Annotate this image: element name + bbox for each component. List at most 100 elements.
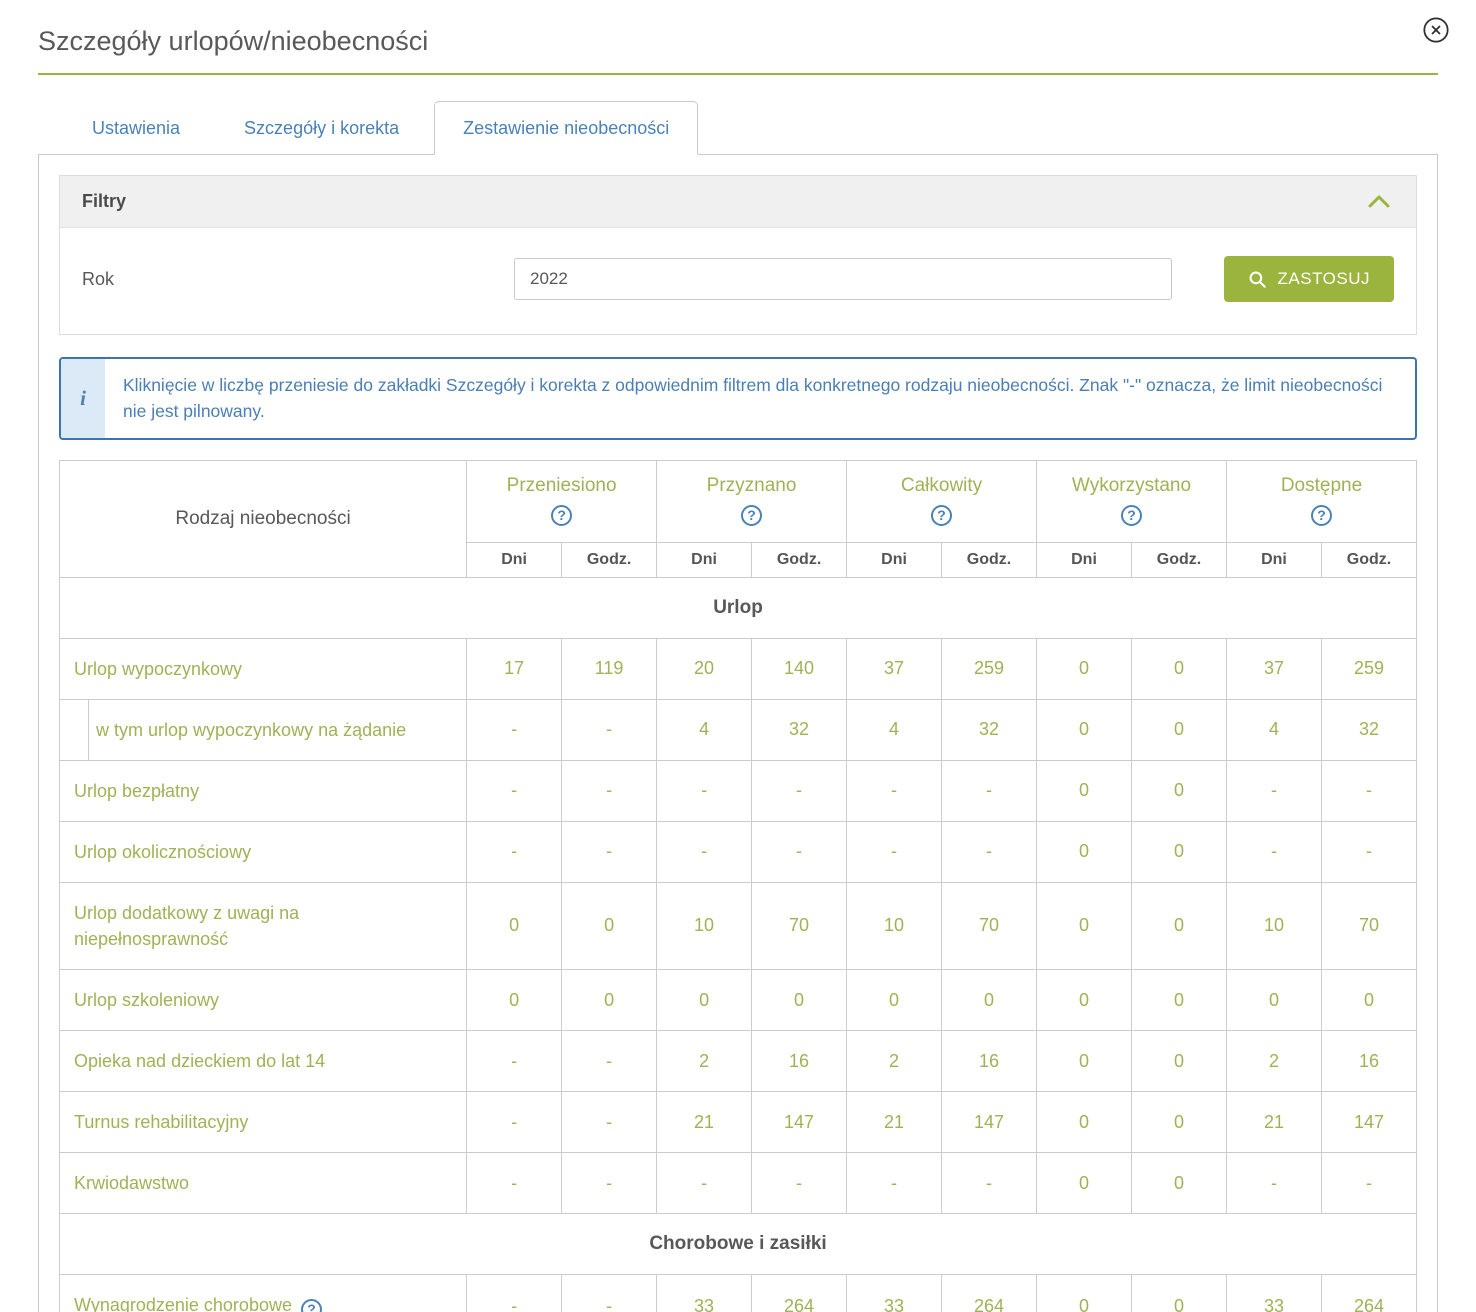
help-icon[interactable]: ? (1121, 505, 1142, 526)
value-cell[interactable]: 0 (562, 970, 657, 1031)
value-cell[interactable]: 259 (1321, 638, 1416, 699)
value-cell[interactable]: 0 (657, 970, 752, 1031)
close-icon[interactable] (1422, 16, 1450, 44)
value-cell[interactable]: 33 (657, 1275, 752, 1312)
info-icon: i (61, 359, 105, 438)
value-cell[interactable]: 16 (1321, 1031, 1416, 1092)
absence-table-body: UrlopUrlop wypoczynkowy17119201403725900… (60, 577, 1417, 1312)
value-cell[interactable]: 0 (1037, 699, 1132, 760)
value-cell[interactable]: 0 (1037, 882, 1132, 969)
value-cell[interactable]: 119 (562, 638, 657, 699)
value-cell[interactable]: 33 (1226, 1275, 1321, 1312)
chevron-up-icon[interactable] (1364, 191, 1394, 212)
year-input[interactable] (514, 258, 1172, 300)
value-cell[interactable]: 21 (847, 1092, 942, 1153)
tab-szczegoly-i-korekta[interactable]: Szczegóły i korekta (215, 101, 428, 155)
value-cell[interactable]: 0 (1132, 1092, 1227, 1153)
value-cell: - (467, 1092, 562, 1153)
value-cell[interactable]: 16 (942, 1031, 1037, 1092)
value-cell[interactable]: 0 (752, 970, 847, 1031)
help-icon[interactable]: ? (741, 505, 762, 526)
table-row: Urlop bezpłatny------00-- (60, 760, 1417, 821)
value-cell[interactable]: 0 (1037, 970, 1132, 1031)
value-cell[interactable]: 0 (1132, 699, 1227, 760)
value-cell[interactable]: 21 (1226, 1092, 1321, 1153)
value-cell[interactable]: 0 (1132, 882, 1227, 969)
absence-type-label: w tym urlop wypoczynkowy na żądanie (60, 699, 467, 760)
value-cell[interactable]: 0 (1132, 1153, 1227, 1214)
value-cell[interactable]: 0 (942, 970, 1037, 1031)
value-cell[interactable]: 32 (752, 699, 847, 760)
value-cell[interactable]: 140 (752, 638, 847, 699)
value-cell[interactable]: 0 (467, 882, 562, 969)
tab-bar: Ustawienia Szczegóły i korekta Zestawien… (63, 101, 1438, 155)
value-cell[interactable]: 0 (467, 970, 562, 1031)
value-cell[interactable]: 147 (752, 1092, 847, 1153)
value-cell[interactable]: 0 (1132, 638, 1227, 699)
section-row: Chorobowe i zasiłki (60, 1214, 1417, 1275)
value-cell[interactable]: 0 (1037, 821, 1132, 882)
value-cell[interactable]: 0 (1132, 970, 1227, 1031)
value-cell[interactable]: 10 (657, 882, 752, 969)
help-icon[interactable]: ? (931, 505, 952, 526)
value-cell[interactable]: 21 (657, 1092, 752, 1153)
value-cell[interactable]: 0 (1132, 821, 1227, 882)
help-icon[interactable]: ? (1311, 505, 1332, 526)
value-cell[interactable]: 147 (1321, 1092, 1416, 1153)
value-cell[interactable]: 2 (847, 1031, 942, 1092)
value-cell: - (752, 760, 847, 821)
value-cell[interactable]: 16 (752, 1031, 847, 1092)
value-cell[interactable]: 2 (1226, 1031, 1321, 1092)
value-cell[interactable]: 0 (1226, 970, 1321, 1031)
page-title: Szczegóły urlopów/nieobecności (38, 26, 1438, 57)
value-cell[interactable]: 264 (752, 1275, 847, 1312)
value-cell[interactable]: 147 (942, 1092, 1037, 1153)
value-cell[interactable]: 33 (847, 1275, 942, 1312)
value-cell[interactable]: 37 (1226, 638, 1321, 699)
value-cell[interactable]: 259 (942, 638, 1037, 699)
value-cell[interactable]: 0 (847, 970, 942, 1031)
value-cell[interactable]: 32 (942, 699, 1037, 760)
value-cell: - (562, 1092, 657, 1153)
value-cell: - (752, 1153, 847, 1214)
value-cell[interactable]: 70 (1321, 882, 1416, 969)
value-cell[interactable]: 0 (1037, 638, 1132, 699)
filters-header[interactable]: Filtry (60, 176, 1416, 228)
table-row: w tym urlop wypoczynkowy na żądanie--432… (60, 699, 1417, 760)
value-cell[interactable]: 0 (1037, 1031, 1132, 1092)
value-cell[interactable]: 2 (657, 1031, 752, 1092)
value-cell: - (467, 821, 562, 882)
value-cell[interactable]: 70 (752, 882, 847, 969)
help-icon[interactable]: ? (301, 1299, 322, 1312)
value-cell[interactable]: 32 (1321, 699, 1416, 760)
value-cell[interactable]: 4 (657, 699, 752, 760)
value-cell[interactable]: 4 (1226, 699, 1321, 760)
apply-button[interactable]: ZASTOSUJ (1224, 256, 1394, 302)
value-cell[interactable]: 0 (1321, 970, 1416, 1031)
subheader-dni: Dni (1037, 542, 1132, 577)
tab-zestawienie-nieobecnosci[interactable]: Zestawienie nieobecności (434, 101, 698, 155)
tab-ustawienia[interactable]: Ustawienia (63, 101, 209, 155)
value-cell[interactable]: 0 (1132, 1275, 1227, 1312)
value-cell: - (562, 1031, 657, 1092)
value-cell[interactable]: 264 (1321, 1275, 1416, 1312)
value-cell[interactable]: 10 (1226, 882, 1321, 969)
value-cell[interactable]: 17 (467, 638, 562, 699)
value-cell[interactable]: 10 (847, 882, 942, 969)
value-cell[interactable]: 0 (562, 882, 657, 969)
value-cell: - (562, 1275, 657, 1312)
value-cell[interactable]: 20 (657, 638, 752, 699)
value-cell[interactable]: 37 (847, 638, 942, 699)
value-cell[interactable]: 0 (1132, 1031, 1227, 1092)
value-cell: - (847, 821, 942, 882)
value-cell: - (562, 760, 657, 821)
value-cell[interactable]: 0 (1037, 760, 1132, 821)
value-cell[interactable]: 0 (1037, 1153, 1132, 1214)
value-cell[interactable]: 0 (1132, 760, 1227, 821)
value-cell[interactable]: 0 (1037, 1092, 1132, 1153)
value-cell[interactable]: 70 (942, 882, 1037, 969)
value-cell[interactable]: 264 (942, 1275, 1037, 1312)
value-cell[interactable]: 4 (847, 699, 942, 760)
help-icon[interactable]: ? (551, 505, 572, 526)
value-cell[interactable]: 0 (1037, 1275, 1132, 1312)
